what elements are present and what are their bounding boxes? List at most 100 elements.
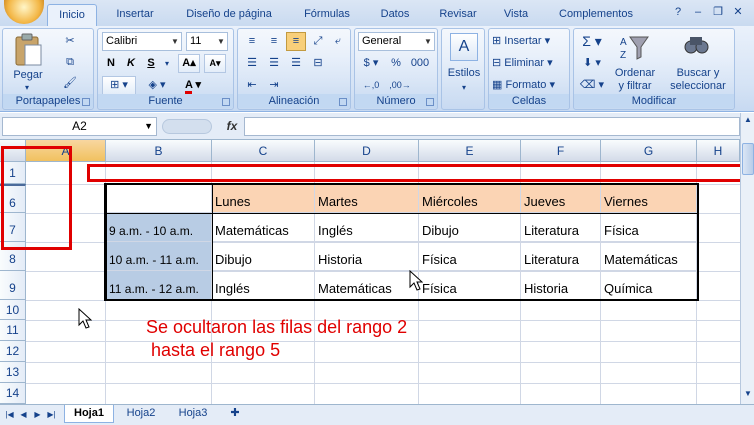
tab-vista[interactable]: Vista xyxy=(494,4,538,26)
row-header-11[interactable]: 11 xyxy=(0,320,26,341)
cell-header-day[interactable]: Lunes xyxy=(212,184,315,213)
borders-icon[interactable]: ⊞ ▾ xyxy=(102,76,136,95)
cell-header-day[interactable]: Martes xyxy=(315,184,419,213)
column-header-h[interactable]: H xyxy=(697,140,740,162)
column-header-e[interactable]: E xyxy=(419,140,521,162)
table-cell[interactable]: Historia xyxy=(521,271,601,300)
cell-header-day[interactable]: Jueves xyxy=(521,184,601,213)
align-middle-icon[interactable]: ≡ xyxy=(264,32,284,51)
table-cell[interactable]: Química xyxy=(601,271,697,300)
tab-complementos[interactable]: Complementos xyxy=(548,4,644,26)
scroll-thumb[interactable] xyxy=(742,143,754,175)
formula-input[interactable] xyxy=(244,117,740,136)
column-header-g[interactable]: G xyxy=(601,140,697,162)
table-cell[interactable]: Inglés xyxy=(315,213,419,242)
chevron-down-icon[interactable]: ▼ xyxy=(742,389,754,401)
row-header-9[interactable]: 9 xyxy=(0,271,26,300)
launcher-icon[interactable] xyxy=(426,98,434,106)
delete-cells-button[interactable]: ⊟ Eliminar ▾ xyxy=(491,54,567,73)
tab-formulas[interactable]: Fórmulas xyxy=(294,4,360,26)
table-cell[interactable]: Dibujo xyxy=(212,242,315,271)
table-cell[interactable]: Dibujo xyxy=(419,213,521,242)
minimize-icon[interactable]: – xyxy=(690,5,706,21)
cell-time-slot[interactable]: 11 a.m. - 12 a.m. xyxy=(106,271,212,300)
paste-icon[interactable] xyxy=(13,33,43,67)
row-header-14[interactable]: 14 xyxy=(0,383,26,404)
last-sheet-icon[interactable]: ▶| xyxy=(46,408,57,422)
help-icon[interactable]: ? xyxy=(670,5,686,21)
insert-sheet-icon[interactable]: ✚ xyxy=(222,405,248,423)
italic-button[interactable]: K xyxy=(122,54,140,73)
cell-time-slot[interactable]: 10 a.m. - 11 a.m. xyxy=(106,242,212,271)
row-header-6[interactable]: 6 xyxy=(0,184,26,213)
launcher-icon[interactable] xyxy=(82,98,90,106)
tab-diseno-pagina[interactable]: Diseño de página xyxy=(174,4,284,26)
font-color-icon[interactable]: A ▾ xyxy=(176,76,210,95)
table-cell[interactable]: Historia xyxy=(315,242,419,271)
insert-function-button[interactable]: fx xyxy=(222,117,242,136)
sort-filter-label[interactable]: Ordenar y filtrar xyxy=(606,67,664,93)
cell-header-day[interactable]: Viernes xyxy=(601,184,697,213)
clear-icon[interactable]: ⌫ ▾ xyxy=(578,76,606,95)
tab-revisar[interactable]: Revisar xyxy=(430,4,486,26)
table-cell[interactable]: Inglés xyxy=(212,271,315,300)
tab-datos[interactable]: Datos xyxy=(370,4,420,26)
copy-icon[interactable]: ⧉ xyxy=(59,53,81,72)
row-header-12[interactable]: 12 xyxy=(0,341,26,362)
sheet-tab-hoja1[interactable]: Hoja1 xyxy=(64,405,114,423)
increase-decimal-icon[interactable]: ←,0 xyxy=(358,76,384,95)
row-header-13[interactable]: 13 xyxy=(0,362,26,383)
close-icon[interactable]: ✕ xyxy=(730,5,746,21)
prev-sheet-icon[interactable]: ◀ xyxy=(18,408,29,422)
cell-b6[interactable] xyxy=(106,184,212,213)
table-cell[interactable]: Física xyxy=(601,213,697,242)
orientation-icon[interactable]: ⤢ xyxy=(308,32,328,51)
launcher-icon[interactable] xyxy=(339,98,347,106)
align-left-icon[interactable]: ☰ xyxy=(242,54,262,73)
align-right-icon[interactable]: ☰ xyxy=(286,54,306,73)
sheet-tab-hoja3[interactable]: Hoja3 xyxy=(170,405,216,423)
autosum-icon[interactable]: Σ ▾ xyxy=(578,32,606,51)
decrease-decimal-icon[interactable]: ,00→ xyxy=(387,76,413,95)
row-header-7[interactable]: 7 xyxy=(0,213,26,242)
decrease-indent-icon[interactable]: ⇤ xyxy=(242,76,262,95)
shrink-font-icon[interactable]: A▾ xyxy=(204,54,226,73)
next-sheet-icon[interactable]: ▶ xyxy=(32,408,43,422)
find-select-icon[interactable] xyxy=(682,33,710,61)
align-bottom-icon[interactable]: ≡ xyxy=(286,32,306,51)
font-size-select[interactable]: 11 ▼ xyxy=(186,32,228,51)
table-cell[interactable]: Física xyxy=(419,271,521,300)
table-cell[interactable]: Matemáticas xyxy=(315,271,419,300)
underline-button[interactable]: S xyxy=(142,54,160,73)
find-select-label[interactable]: Buscar y seleccionar xyxy=(664,67,732,93)
worksheet-grid[interactable]: A B C D E F G H 1 6 7 8 9 10 11 12 13 14 xyxy=(0,140,740,404)
column-header-f[interactable]: F xyxy=(521,140,601,162)
align-top-icon[interactable]: ≡ xyxy=(242,32,262,51)
row-header-1[interactable]: 1 xyxy=(0,162,26,184)
table-cell[interactable]: Matemáticas xyxy=(212,213,315,242)
chevron-down-icon[interactable]: ▾ xyxy=(458,81,470,94)
format-painter-icon[interactable]: 🖌 xyxy=(59,74,81,93)
cell-time-slot[interactable]: 9 a.m. - 10 a.m. xyxy=(106,213,212,242)
chevron-down-icon[interactable]: ▾ xyxy=(21,81,33,94)
first-sheet-icon[interactable]: |◀ xyxy=(4,408,15,422)
select-all-corner[interactable] xyxy=(0,140,26,162)
bold-button[interactable]: N xyxy=(102,54,120,73)
number-format-select[interactable]: General ▼ xyxy=(358,32,435,51)
column-header-a[interactable]: A xyxy=(26,140,106,162)
styles-label[interactable]: Estilos xyxy=(442,67,486,80)
chevron-up-icon[interactable]: ▲ xyxy=(742,115,754,127)
currency-icon[interactable]: $ ▾ xyxy=(358,54,384,73)
chevron-down-icon[interactable]: ▾ xyxy=(162,54,172,73)
name-box[interactable]: A2 ▼ xyxy=(2,117,157,136)
table-cell[interactable]: Física xyxy=(419,242,521,271)
office-button[interactable] xyxy=(4,0,44,24)
percent-button[interactable]: % xyxy=(387,54,405,73)
fill-color-icon[interactable]: ◈ ▾ xyxy=(140,76,174,95)
table-cell[interactable]: Literatura xyxy=(521,213,601,242)
row-header-8[interactable]: 8 xyxy=(0,242,26,271)
sheet-tab-hoja2[interactable]: Hoja2 xyxy=(118,405,164,423)
tab-inicio[interactable]: Inicio xyxy=(47,4,97,26)
cell-header-day[interactable]: Miércoles xyxy=(419,184,521,213)
restore-icon[interactable]: ❐ xyxy=(710,5,726,21)
